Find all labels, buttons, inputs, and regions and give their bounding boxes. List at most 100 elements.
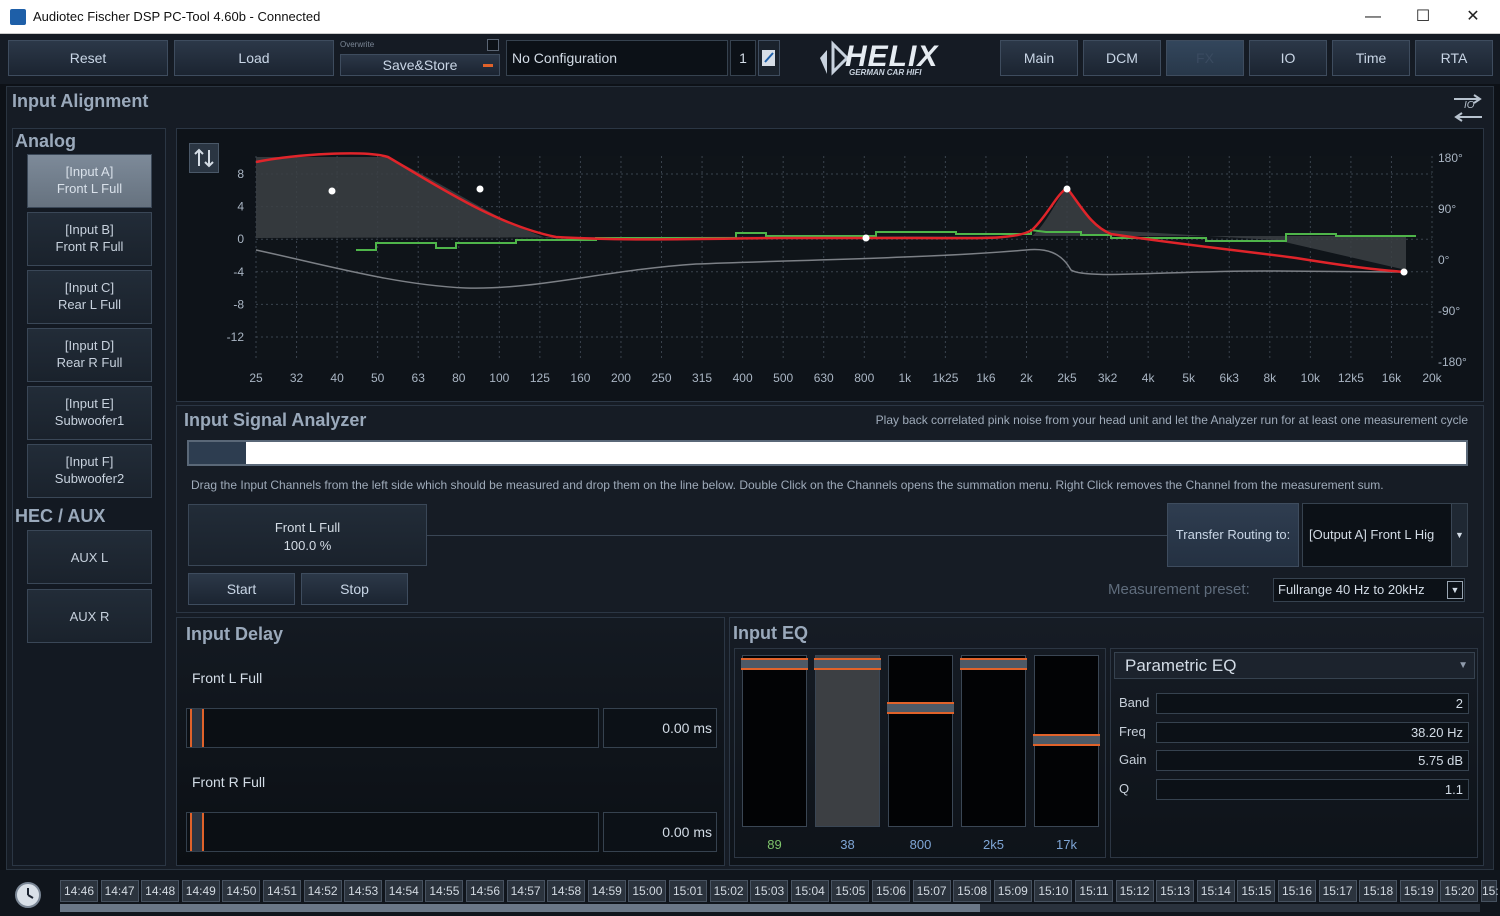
- timeline-snapshot[interactable]: 15:12: [1115, 880, 1154, 902]
- transfer-target-select[interactable]: [Output A] Front L Hig ▼: [1302, 503, 1468, 567]
- eq-band-3-handle[interactable]: [887, 702, 954, 714]
- load-button[interactable]: Load: [174, 40, 334, 76]
- timeline-snapshot[interactable]: 14:57: [506, 880, 545, 902]
- eq-point-band-3[interactable]: [862, 234, 870, 242]
- save-store-button[interactable]: Save&Store: [340, 54, 500, 76]
- maximize-button[interactable]: ☐: [1400, 4, 1446, 30]
- timeline-snapshot[interactable]: 15:10: [1034, 880, 1073, 902]
- timeline-snapshot[interactable]: 15:16: [1278, 880, 1316, 902]
- tab-fx[interactable]: FX: [1166, 40, 1244, 76]
- overwrite-checkbox[interactable]: [487, 39, 499, 51]
- minimize-button[interactable]: —: [1350, 4, 1396, 30]
- timeline-snapshot[interactable]: 15:03: [750, 880, 789, 902]
- eq-type-select[interactable]: Parametric EQ ▼: [1114, 652, 1475, 679]
- chevron-down-icon[interactable]: ▼: [1451, 504, 1467, 566]
- timeline-snapshot[interactable]: 14:58: [547, 880, 586, 902]
- timeline-snapshot[interactable]: 15:18: [1359, 880, 1398, 902]
- timeline-snapshot[interactable]: 15:02: [709, 880, 748, 902]
- eq-band-2-slider[interactable]: [814, 655, 881, 827]
- timeline-snapshot[interactable]: 15:13: [1156, 880, 1195, 902]
- eq-band-field[interactable]: 2: [1156, 693, 1469, 714]
- eq-point-band-1[interactable]: [328, 187, 336, 195]
- transfer-routing-button[interactable]: Transfer Routing to:: [1167, 503, 1299, 567]
- delay-channel-2-handle[interactable]: [190, 813, 204, 851]
- timeline-snapshot[interactable]: 15:07: [912, 880, 951, 902]
- input-a-button[interactable]: [Input A] Front L Full: [27, 154, 152, 208]
- input-f-button[interactable]: [Input F] Subwoofer2: [27, 444, 152, 498]
- timeline-snapshot[interactable]: 15:11: [1075, 880, 1113, 902]
- timeline-snapshot[interactable]: 14:48: [141, 880, 180, 902]
- close-button[interactable]: ✕: [1450, 4, 1496, 30]
- timeline-snapshot[interactable]: 14:51: [263, 880, 301, 902]
- timeline-snapshot[interactable]: 15:19: [1399, 880, 1438, 902]
- timeline-snapshot[interactable]: 14:50: [222, 880, 261, 902]
- timeline-snapshot[interactable]: 15:01: [669, 880, 707, 902]
- timeline-snapshot[interactable]: 14:52: [303, 880, 342, 902]
- eq-point-band-4[interactable]: [1063, 185, 1071, 193]
- eq-band-1-slider[interactable]: [741, 655, 808, 827]
- eq-band-5-slider[interactable]: [1033, 655, 1100, 827]
- input-b-button[interactable]: [Input B] Front R Full: [27, 212, 152, 266]
- eq-band-5-handle[interactable]: [1033, 734, 1100, 746]
- history-clock-icon[interactable]: [12, 880, 44, 910]
- tab-io[interactable]: IO: [1249, 40, 1327, 76]
- timeline-snapshot[interactable]: 15:00: [628, 880, 667, 902]
- eq-band-4-handle[interactable]: [960, 658, 1027, 670]
- config-name-field[interactable]: No Configuration: [506, 40, 728, 76]
- timeline-snapshot[interactable]: 14:56: [466, 880, 504, 902]
- input-e-button[interactable]: [Input E] Subwoofer1: [27, 386, 152, 440]
- delay-channel-1-value[interactable]: 0.00 ms: [603, 708, 717, 748]
- timeline-snapshot[interactable]: 15:09: [993, 880, 1032, 902]
- timeline-snapshot[interactable]: 15:15: [1237, 880, 1276, 902]
- eq-gain-field[interactable]: 5.75 dB: [1156, 750, 1469, 771]
- tab-rta[interactable]: RTA: [1415, 40, 1493, 76]
- eq-band-3-slider[interactable]: [887, 655, 954, 827]
- io-routing-icon[interactable]: IO: [1452, 94, 1484, 122]
- delay-channel-2-value[interactable]: 0.00 ms: [603, 812, 717, 852]
- eq-band-1-handle[interactable]: [741, 658, 808, 670]
- eq-band-4-slider[interactable]: [960, 655, 1027, 827]
- input-d-button[interactable]: [Input D] Rear R Full: [27, 328, 152, 382]
- timeline-scrollbar-thumb[interactable]: [60, 904, 980, 912]
- measurement-channel-chip[interactable]: Front L Full 100.0 %: [188, 504, 427, 566]
- timeline-snapshot[interactable]: 15:: [1481, 880, 1499, 902]
- config-number-field[interactable]: 1: [730, 40, 756, 76]
- tab-dcm[interactable]: DCM: [1083, 40, 1161, 76]
- tab-main[interactable]: Main: [1000, 40, 1078, 76]
- timeline-snapshot[interactable]: 14:46: [60, 880, 98, 902]
- timeline-snapshot[interactable]: 15:05: [831, 880, 870, 902]
- eq-point-band-5[interactable]: [1400, 268, 1408, 276]
- aux-r-button[interactable]: AUX R: [27, 589, 152, 643]
- delay-channel-1-handle[interactable]: [190, 709, 204, 747]
- delay-channel-2-slider[interactable]: [186, 812, 599, 852]
- timeline-snapshot[interactable]: 15:17: [1318, 880, 1357, 902]
- timeline-snapshot[interactable]: 15:08: [953, 880, 992, 902]
- eq-q-field[interactable]: 1.1: [1156, 779, 1469, 800]
- delay-channel-1-slider[interactable]: [186, 708, 599, 748]
- timeline-snapshot[interactable]: 14:54: [384, 880, 423, 902]
- analyzer-start-button[interactable]: Start: [188, 573, 295, 605]
- eq-band-2-handle[interactable]: [814, 658, 881, 670]
- frequency-response-graph[interactable]: 840-4-8-12 180°90°0°-90°-180° 25 32 40 50 63…: [176, 140, 1484, 396]
- reset-button[interactable]: Reset: [8, 40, 168, 76]
- tab-time[interactable]: Time: [1332, 40, 1410, 76]
- timeline-snapshot[interactable]: 14:55: [425, 880, 464, 902]
- timeline-snapshot[interactable]: 15:06: [872, 880, 910, 902]
- chevron-down-icon[interactable]: ▼: [1458, 653, 1468, 678]
- timeline-snapshot[interactable]: 14:53: [344, 880, 383, 902]
- timeline-snapshot[interactable]: 15:20: [1440, 880, 1479, 902]
- timeline-snapshot[interactable]: 15:04: [790, 880, 829, 902]
- analyzer-stop-button[interactable]: Stop: [301, 573, 408, 605]
- chevron-down-icon[interactable]: ▼: [1447, 581, 1463, 599]
- timeline-snapshot[interactable]: 14:59: [587, 880, 626, 902]
- measurement-drop-line[interactable]: [427, 535, 1167, 536]
- input-c-button[interactable]: [Input C] Rear L Full: [27, 270, 152, 324]
- measurement-preset-select[interactable]: Fullrange 40 Hz to 20kHz ▼: [1273, 578, 1465, 602]
- timeline-snapshot[interactable]: 14:47: [100, 880, 139, 902]
- timeline-snapshot[interactable]: 14:49: [181, 880, 220, 902]
- edit-config-icon[interactable]: [758, 40, 780, 76]
- aux-l-button[interactable]: AUX L: [27, 530, 152, 584]
- eq-freq-field[interactable]: 38.20 Hz: [1156, 722, 1469, 743]
- timeline-snapshot[interactable]: 15:14: [1196, 880, 1235, 902]
- timeline-scrollbar[interactable]: [60, 904, 1480, 912]
